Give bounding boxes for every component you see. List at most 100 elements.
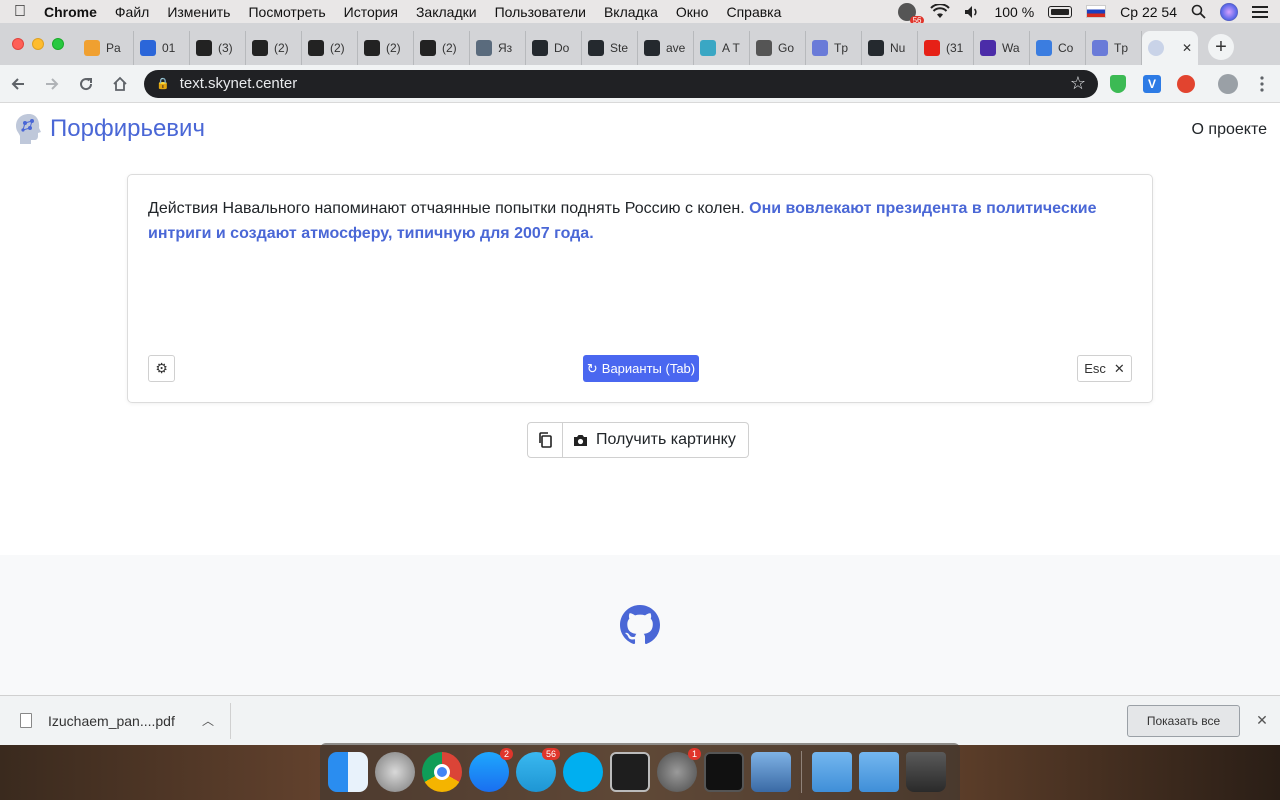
tab-6[interactable]: (2) [414,31,470,65]
show-all-downloads-button[interactable]: Показать все [1127,704,1240,737]
copy-button[interactable] [527,422,563,458]
tab-active-porfirevich[interactable]: ✕ [1142,31,1198,65]
extension-v[interactable]: V [1138,70,1166,98]
back-button[interactable] [2,68,34,100]
minimize-window-icon[interactable] [32,38,44,50]
terminal-icon[interactable] [610,751,650,792]
menu-view[interactable]: Посмотреть [239,4,334,20]
siri-icon[interactable] [1220,2,1238,21]
input-source-flag-icon[interactable] [1086,5,1107,18]
extension-ublock[interactable] [1172,70,1200,98]
wifi-icon[interactable] [930,4,951,19]
downloads-folder-icon[interactable] [812,751,852,792]
appstore-icon[interactable]: 2 [469,747,513,792]
system-preferences-icon[interactable]: 1 [657,747,701,792]
profile-button[interactable] [1214,70,1242,98]
tab-1[interactable]: 01 [134,31,190,65]
tab-10[interactable]: ave [638,31,694,65]
zoom-window-icon[interactable] [52,38,64,50]
esc-button[interactable]: Esc ✕ [1077,355,1132,382]
menu-edit[interactable]: Изменить [158,4,239,20]
home-button[interactable] [104,68,136,100]
finder-icon[interactable] [328,751,368,792]
close-window-icon[interactable] [12,38,24,50]
tab-14[interactable]: Nu [862,31,918,65]
tab-0[interactable]: Pa [78,31,134,65]
chrome-icon[interactable] [422,751,462,792]
brain-favicon-icon [1148,40,1164,56]
volume-icon[interactable] [964,5,980,19]
tab-12[interactable]: Go [750,31,806,65]
chevron-up-icon[interactable]: ︿ [202,712,214,729]
menubar-clock[interactable]: Ср 22 54 [1120,4,1177,20]
refresh-icon: ↻ [586,360,598,376]
address-url: text.skynet.center [179,75,298,92]
tab-strip: Pa 01 (3) (2) (2) (2) (2) Яз Do Ste ave A T Go Tp Nu (3… [0,23,1280,65]
notification-center-icon[interactable] [1252,5,1268,18]
tab-favicon-icon [196,40,212,56]
tab-7[interactable]: Яз [470,31,526,65]
tab-9[interactable]: Ste [582,31,638,65]
about-link[interactable]: О проекте [1192,121,1267,139]
tab-label: ave [666,41,686,55]
menu-tab[interactable]: Вкладка [595,4,667,20]
launchpad-icon[interactable] [375,751,415,792]
lock-icon[interactable]: 🔒 [156,77,170,90]
tab-label: (3) [218,41,233,55]
menu-bookmarks[interactable]: Закладки [407,4,486,20]
skype-icon[interactable] [563,751,603,792]
close-tab-icon[interactable]: ✕ [1182,41,1192,55]
brand-link[interactable]: Порфирьевич [13,111,205,147]
macos-dock: 2 56 1 [320,743,960,800]
tab-18[interactable]: Tp [1086,31,1142,65]
forward-button[interactable] [36,68,68,100]
tab-16[interactable]: Wa [974,31,1030,65]
v-extension-icon: V [1143,74,1161,93]
site-footer [0,555,1280,695]
tab-13[interactable]: Tp [806,31,862,65]
close-download-shelf-icon[interactable]: ✕ [1244,712,1280,729]
notification-icon[interactable]: 56 [898,2,925,25]
tab-3[interactable]: (2) [246,31,302,65]
bookmark-star-icon[interactable]: ☆ [1070,73,1086,94]
tab-label: Яз [498,41,513,55]
menu-history[interactable]: История [335,4,407,20]
tab-2[interactable]: (3) [190,31,246,65]
new-tab-button[interactable]: + [1208,34,1234,60]
github-icon[interactable] [620,605,660,645]
download-item[interactable]: Izuchaem_pan....pdf ︿ [0,702,231,739]
applications-folder-icon[interactable] [859,751,899,792]
preview-icon[interactable] [751,751,791,792]
variants-button[interactable]: ↻ Варианты (Tab) [583,355,699,382]
chrome-menu-button[interactable] [1248,70,1276,98]
address-bar[interactable]: 🔒 text.skynet.center ☆ [144,69,1098,98]
telegram-icon[interactable]: 56 [516,747,560,792]
menu-app-chrome[interactable]: Chrome [40,4,106,20]
settings-button[interactable]: ⚙ [148,355,175,382]
iterm-icon[interactable] [704,751,744,792]
tab-11[interactable]: A T [694,31,750,65]
spotlight-search-icon[interactable] [1191,4,1206,19]
editor-textarea[interactable]: Действия Навального напоминают отчаянные… [148,196,1133,246]
menu-help[interactable]: Справка [717,4,790,20]
extension-adblock[interactable] [1104,70,1132,98]
menu-window[interactable]: Окно [667,4,718,20]
apple-icon[interactable]:  [0,3,40,21]
battery-icon[interactable] [1048,5,1073,18]
trash-icon[interactable] [906,751,946,792]
tab-5[interactable]: (2) [358,31,414,65]
tab-label: Co [1058,41,1074,55]
tab-17[interactable]: Co [1030,31,1086,65]
tab-15[interactable]: (31 [918,31,974,65]
tab-8[interactable]: Do [526,31,582,65]
battery-percent: 100 % [994,3,1035,20]
menu-file[interactable]: Файл [106,4,158,20]
menu-people[interactable]: Пользователи [486,4,595,20]
tab-label: Tp [834,41,849,55]
reload-button[interactable] [70,68,102,100]
tab-favicon-icon [252,40,268,56]
download-shelf: Izuchaem_pan....pdf ︿ Показать все ✕ [0,695,1280,745]
shield-check-icon [1110,74,1126,93]
get-picture-button[interactable]: Получить картинку [563,422,749,458]
tab-4[interactable]: (2) [302,31,358,65]
